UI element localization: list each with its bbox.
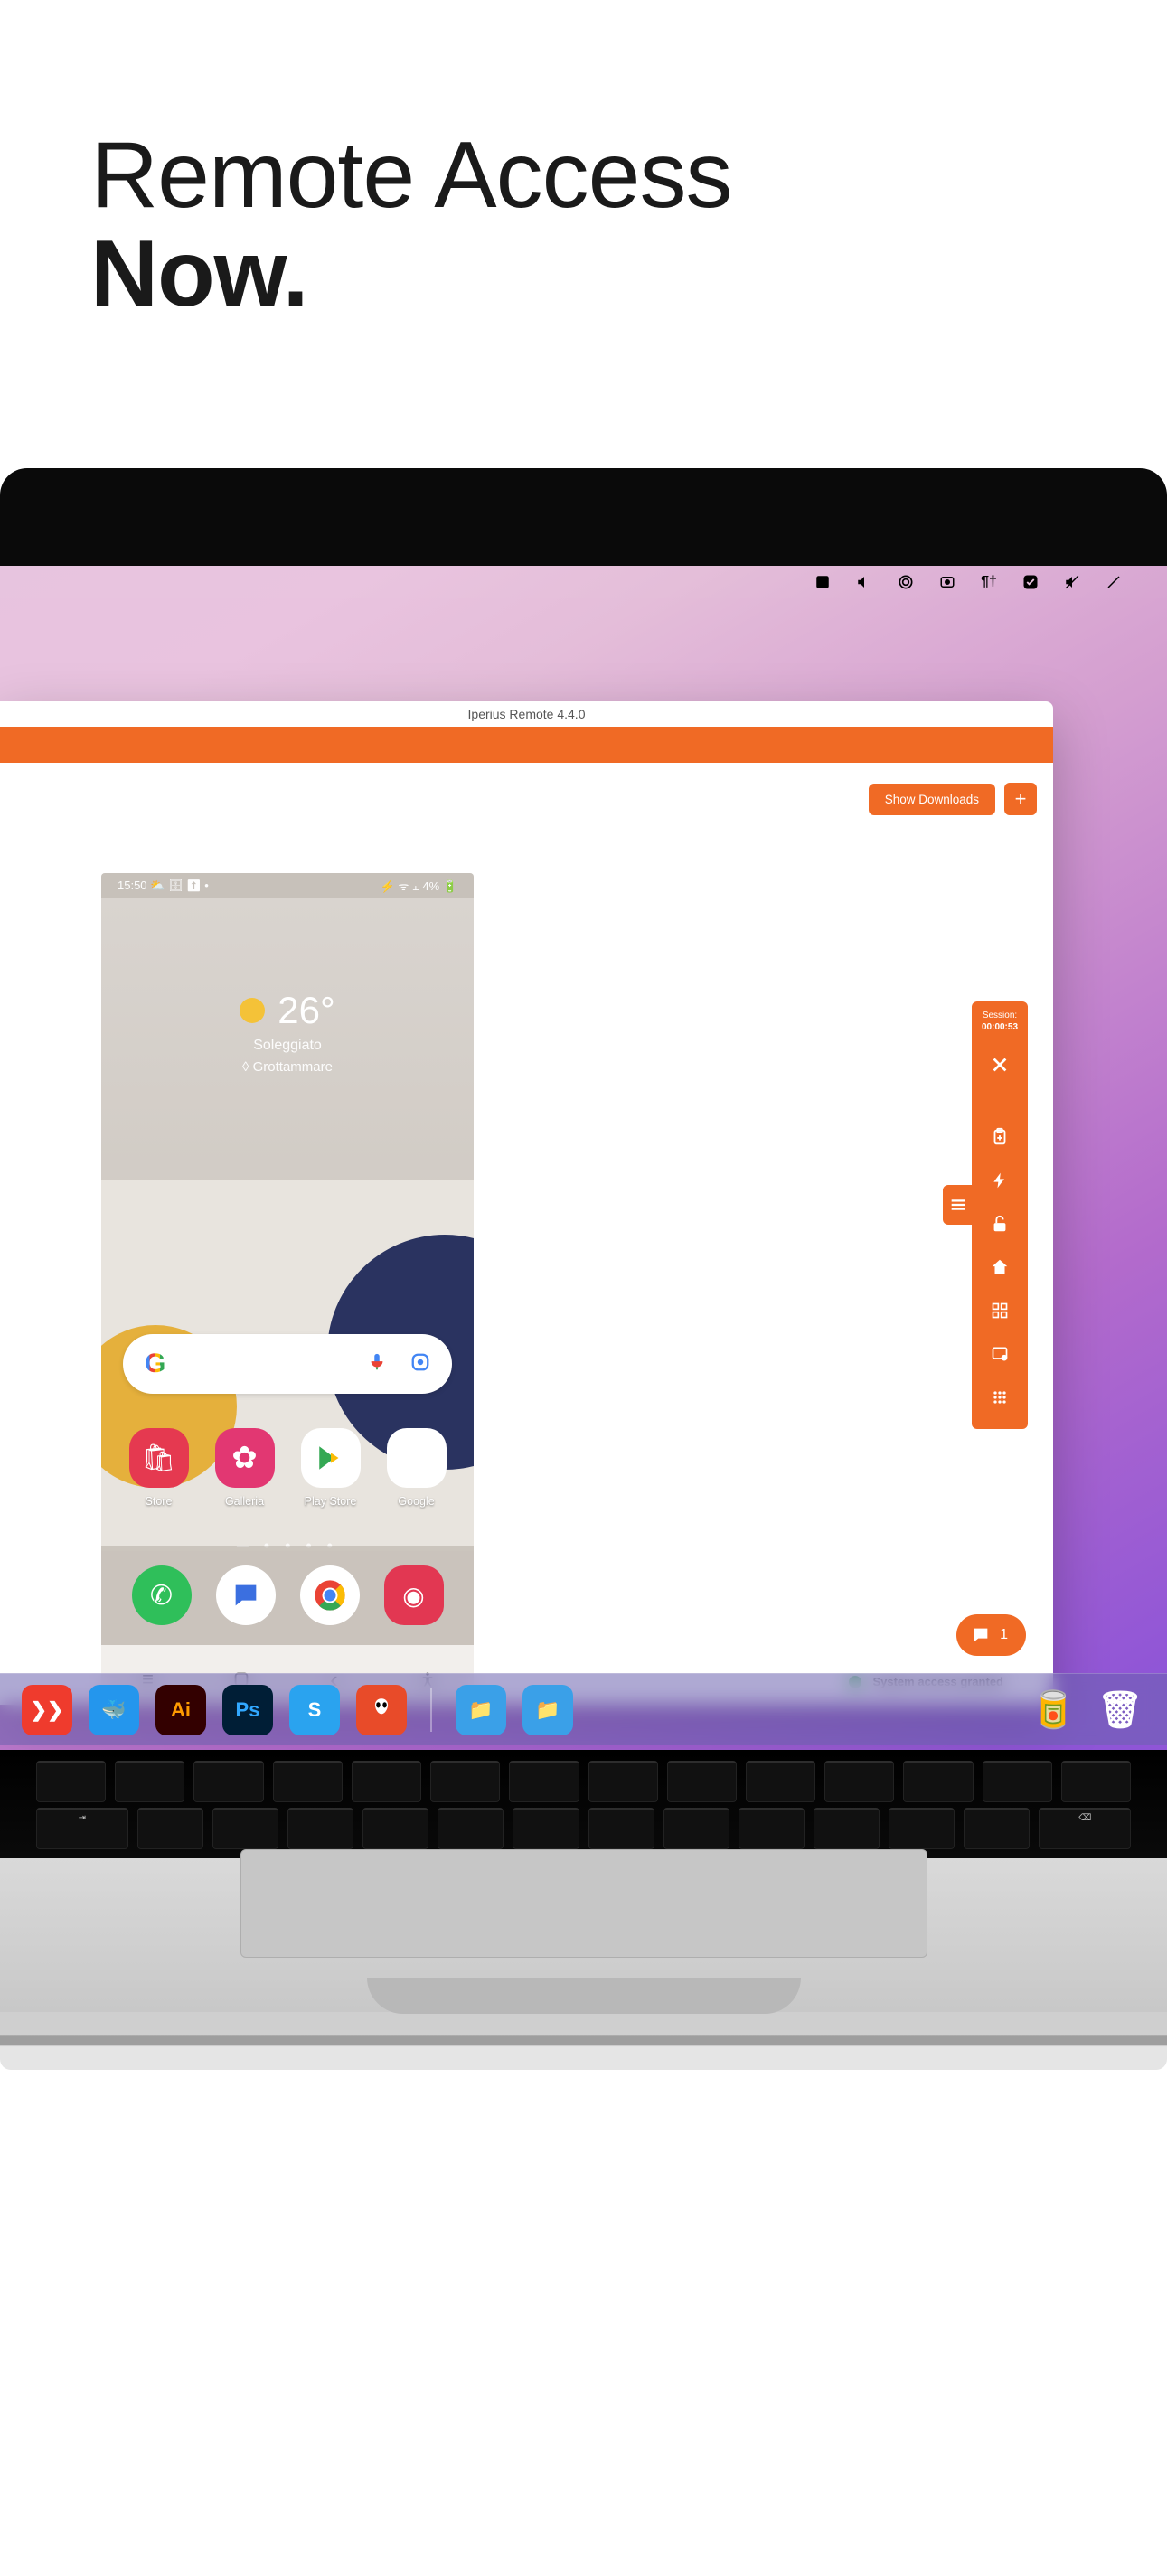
lens-icon[interactable] bbox=[410, 1352, 430, 1377]
laptop-bezel bbox=[0, 468, 1167, 566]
macos-dock-area: ❯❯ 🐳 Ai Ps S 📁 📁 🥫 🗑 bbox=[0, 1669, 1167, 1750]
menubar-mute-icon[interactable] bbox=[1062, 572, 1082, 592]
dock-docker-icon[interactable]: 🐳 bbox=[89, 1685, 139, 1735]
dock-messages-app[interactable] bbox=[216, 1565, 276, 1625]
phone-dock: ✆ ◉ bbox=[101, 1546, 474, 1645]
menubar-disabled-icon[interactable] bbox=[1104, 572, 1124, 592]
hero-line1: Remote Access bbox=[90, 127, 1167, 225]
sun-icon bbox=[240, 998, 265, 1023]
hero-heading: Remote Access Now. bbox=[0, 0, 1167, 468]
phone-status-right: ⚡ ᯤ ⫠ 4% 🔋 bbox=[381, 878, 457, 894]
google-logo-icon: G bbox=[145, 1349, 165, 1379]
session-panel-toggle[interactable] bbox=[943, 1185, 974, 1225]
macos-menubar: ¶† bbox=[0, 566, 1167, 598]
iperius-header-bar bbox=[0, 727, 1053, 763]
hero-line2: Now. bbox=[90, 225, 1167, 324]
mic-icon[interactable] bbox=[367, 1352, 387, 1377]
dock-anydesk-icon[interactable]: ❯❯ bbox=[22, 1685, 72, 1735]
phone-status-bar: 15:50 ⛅ 🗄 ⬆ • ⚡ ᯤ ⫠ 4% 🔋 bbox=[101, 873, 474, 898]
menubar-check-icon[interactable] bbox=[1021, 572, 1040, 592]
dock-spider-icon[interactable] bbox=[356, 1685, 407, 1735]
app-store[interactable]: 🛍Store bbox=[124, 1428, 194, 1508]
menubar-tools-icon[interactable]: ¶† bbox=[979, 572, 999, 592]
menubar-record-icon[interactable] bbox=[937, 572, 957, 592]
menubar-cloud-icon[interactable] bbox=[896, 572, 916, 592]
phone-time: 15:50 bbox=[118, 879, 147, 892]
session-label: Session: bbox=[972, 1011, 1028, 1022]
session-bolt-icon[interactable] bbox=[988, 1169, 1012, 1192]
session-grid-icon[interactable] bbox=[988, 1299, 1012, 1322]
show-downloads-button[interactable]: Show Downloads bbox=[869, 784, 995, 815]
dock-photoshop-icon[interactable]: Ps bbox=[222, 1685, 273, 1735]
iperius-toolbar: Show Downloads + bbox=[869, 783, 1037, 815]
chat-icon bbox=[971, 1625, 991, 1645]
chat-button[interactable]: 1 bbox=[956, 1614, 1026, 1656]
laptop-notch bbox=[367, 1978, 801, 2014]
session-time: 00:00:53 bbox=[972, 1022, 1028, 1034]
dock-camera-app[interactable]: ◉ bbox=[384, 1565, 444, 1625]
app-galleria[interactable]: ✿Galleria bbox=[210, 1428, 280, 1508]
dock-folder-2[interactable]: 📁 bbox=[522, 1685, 573, 1735]
session-clipboard-icon[interactable] bbox=[988, 1125, 1012, 1149]
add-button[interactable]: + bbox=[1004, 783, 1037, 815]
session-apps-icon[interactable] bbox=[988, 1386, 1012, 1409]
dock-phone-app[interactable]: ✆ bbox=[132, 1565, 192, 1625]
session-home-icon[interactable] bbox=[988, 1255, 1012, 1279]
phone-app-row: 🛍Store ✿Galleria Play Store Google bbox=[101, 1428, 474, 1508]
phone-location: ◊ Grottammare bbox=[101, 1059, 474, 1075]
dock-s-app-icon[interactable]: S bbox=[289, 1685, 340, 1735]
app-google-folder[interactable]: Google bbox=[381, 1428, 452, 1508]
chat-count: 1 bbox=[1000, 1627, 1008, 1643]
dock-chrome-app[interactable] bbox=[300, 1565, 360, 1625]
laptop-keyboard: ⇥⌫ bbox=[0, 1750, 1167, 1858]
session-close-icon[interactable] bbox=[988, 1053, 1012, 1076]
laptop-palmrest bbox=[0, 1858, 1167, 2012]
app-play-store[interactable]: Play Store bbox=[296, 1428, 366, 1508]
remote-phone-screen[interactable]: 15:50 ⛅ 🗄 ⬆ • ⚡ ᯤ ⫠ 4% 🔋 26° Soleggiato … bbox=[101, 873, 474, 1705]
dock-illustrator-icon[interactable]: Ai bbox=[155, 1685, 206, 1735]
menubar-app-icon[interactable] bbox=[813, 572, 833, 592]
dock-drive-icon[interactable]: 🥫 bbox=[1028, 1685, 1078, 1735]
macos-dock: ❯❯ 🐳 Ai Ps S 📁 📁 🥫 🗑 bbox=[0, 1673, 1167, 1745]
dock-folder-1[interactable]: 📁 bbox=[456, 1685, 506, 1735]
session-screenshot-icon[interactable] bbox=[988, 1342, 1012, 1366]
session-unlock-icon[interactable] bbox=[988, 1212, 1012, 1236]
laptop-screen: ¶† Iperius Remote 4.4.0 Show Downloads +… bbox=[0, 566, 1167, 1750]
phone-status-left: ⛅ 🗄 ⬆ • bbox=[150, 879, 209, 892]
laptop-trackpad[interactable] bbox=[240, 1849, 927, 1958]
laptop-base-edge bbox=[0, 2012, 1167, 2070]
session-panel: Session: 00:00:53 bbox=[972, 1001, 1028, 1429]
dock-trash-icon[interactable]: 🗑 bbox=[1095, 1685, 1145, 1735]
phone-weather-desc: Soleggiato bbox=[101, 1038, 474, 1054]
phone-temp: 26° bbox=[278, 989, 335, 1032]
laptop-mockup: ¶† Iperius Remote 4.4.0 Show Downloads +… bbox=[0, 468, 1167, 2070]
iperius-window: Iperius Remote 4.4.0 Show Downloads + Se… bbox=[0, 701, 1053, 1705]
menubar-volume-icon[interactable] bbox=[854, 572, 874, 592]
session-timer: Session: 00:00:53 bbox=[972, 1011, 1028, 1033]
dock-separator bbox=[430, 1688, 432, 1732]
phone-search-bar[interactable]: G bbox=[123, 1334, 452, 1394]
window-title: Iperius Remote 4.4.0 bbox=[0, 701, 1053, 727]
